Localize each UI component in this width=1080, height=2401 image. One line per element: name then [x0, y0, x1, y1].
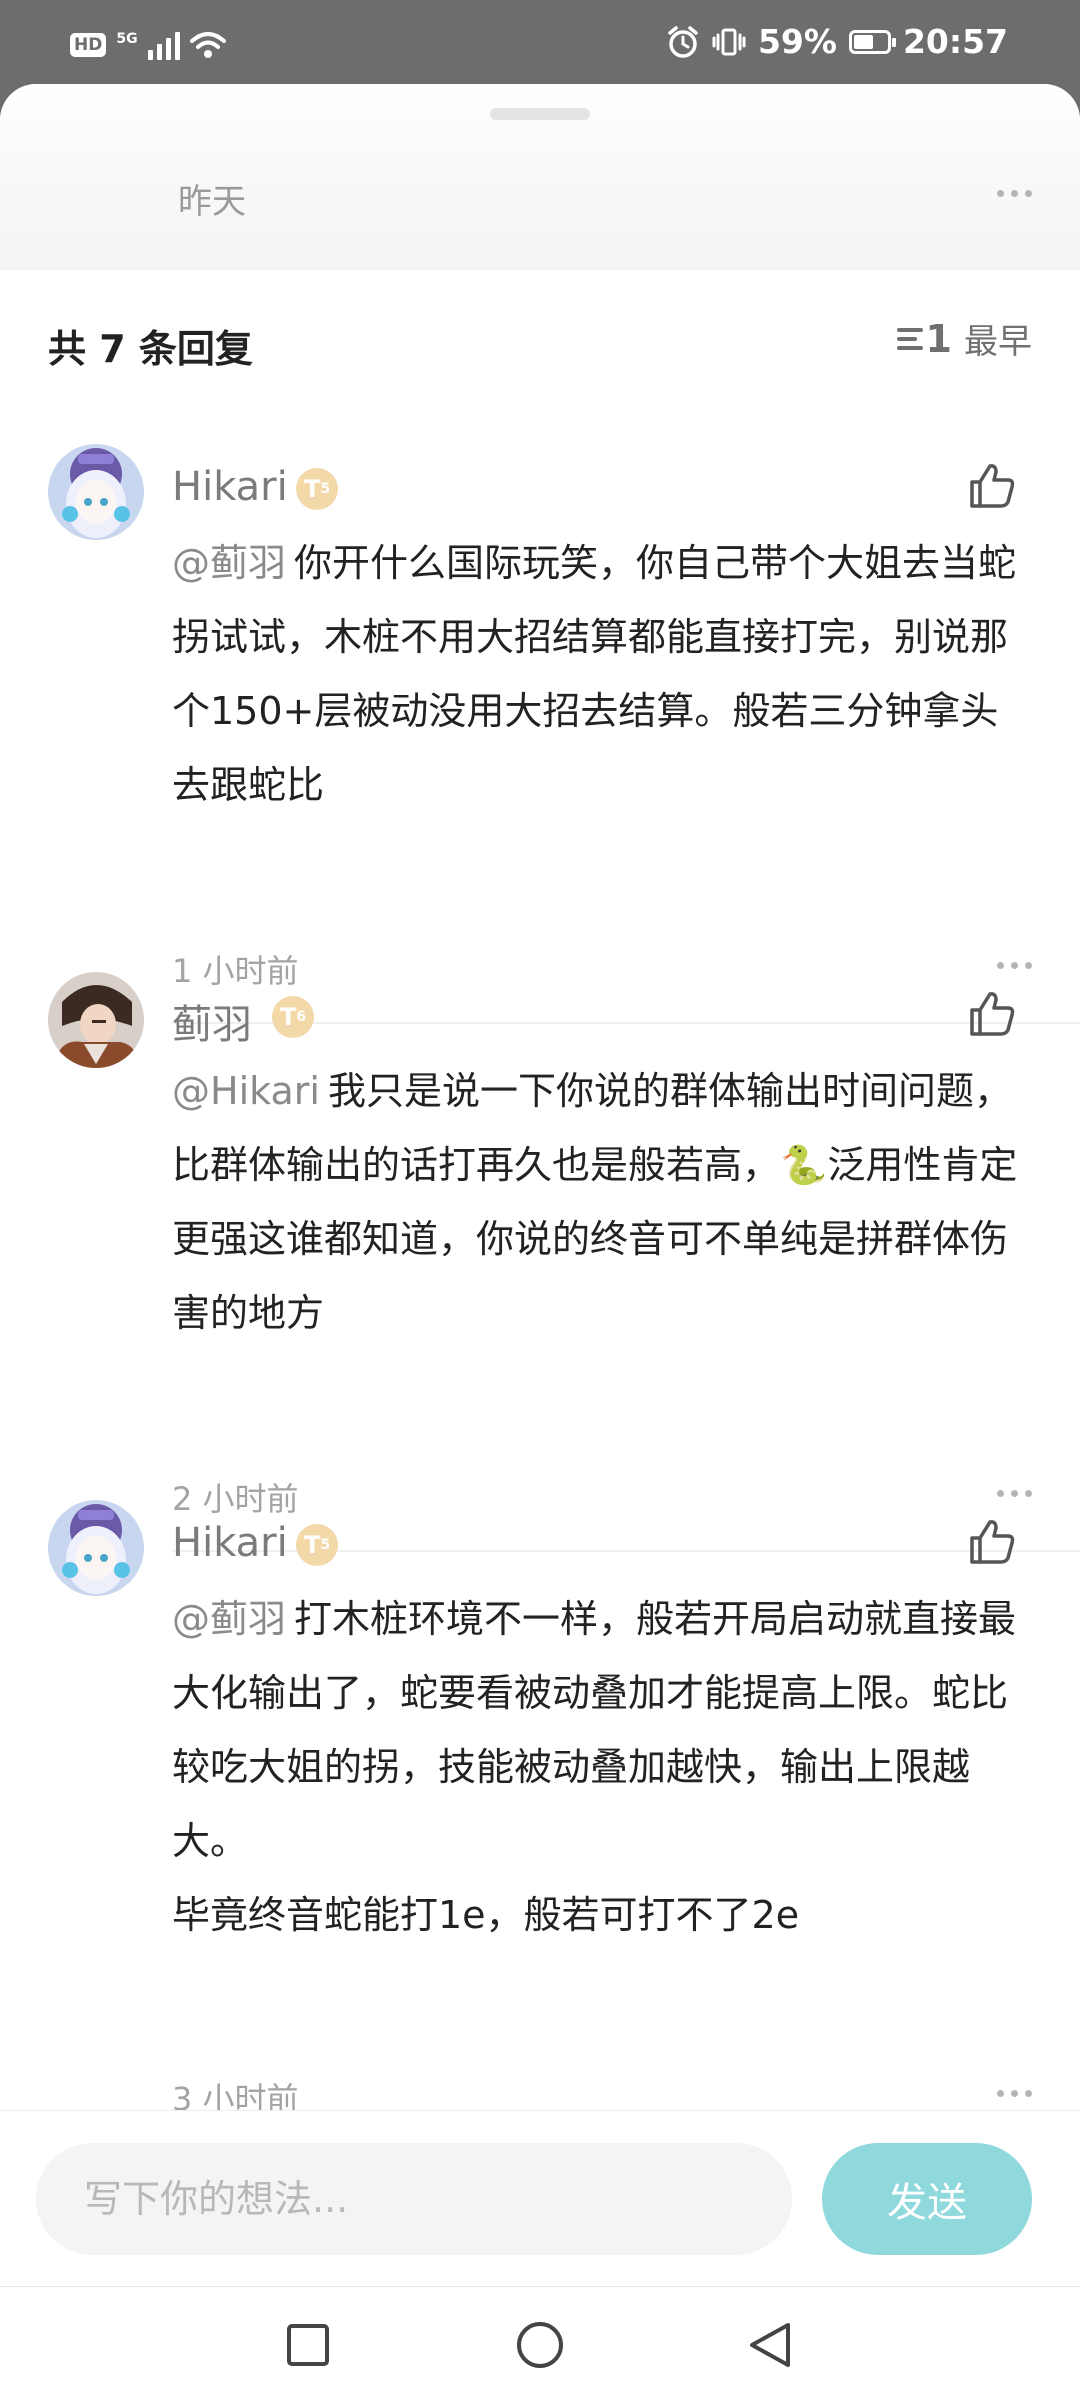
send-button[interactable]: 发送 — [822, 2143, 1032, 2255]
mention-link[interactable]: @蓟羽 — [172, 1597, 286, 1641]
clock: 20:57 — [902, 22, 1008, 61]
more-icon[interactable] — [997, 190, 1032, 197]
parent-comment-footer: 昨天 — [0, 84, 1080, 270]
sort-icon: 1 — [896, 320, 952, 358]
comment-item: 蓟羽 T6 @Hikari 我只是说一下你说的群体输出时间问题，比群体输出的话打再… — [0, 972, 1080, 1552]
comment-text: @蓟羽 打木桩环境不一样，般若开局启动就直接最大化输出了，蛇要看被动叠加才能提高上… — [172, 1597, 1017, 1937]
like-icon[interactable] — [966, 1516, 1018, 1568]
comment-item: Hikari T5 @蓟羽 你开什么国际玩笑，你自己带个大姐去当蛇拐试试，木桩不用… — [0, 444, 1080, 1024]
like-icon[interactable] — [966, 988, 1018, 1040]
sort-label: 最早 — [964, 322, 1032, 362]
comment-text: @蓟羽 你开什么国际玩笑，你自己带个大姐去当蛇拐试试，木桩不用大招结算都能直接打完… — [172, 541, 1017, 807]
battery-icon — [848, 29, 896, 54]
commenter-name[interactable]: Hikari — [172, 1520, 288, 1566]
vibrate-icon — [712, 28, 746, 55]
comment-text: @Hikari 我只是说一下你说的群体输出时间问题，比群体输出的话打再久也是般若高… — [172, 1069, 1018, 1335]
comment-item: Hikari T5 @蓟羽 打木桩环境不一样，般若开局启动就直接最大化输出了，蛇要… — [0, 1500, 1080, 2120]
wifi-icon — [189, 32, 226, 58]
snake-emoji: 🐍 — [780, 1143, 828, 1187]
status-bar: HD 5G 59% 20:57 — [0, 0, 1080, 90]
alarm-icon — [668, 25, 698, 58]
drag-handle[interactable] — [490, 108, 590, 120]
avatar[interactable] — [48, 1500, 144, 1596]
signal-icon — [147, 30, 180, 60]
level-badge: T5 — [296, 468, 338, 510]
more-icon[interactable] — [997, 1490, 1032, 1497]
replies-count-title: 共 7 条回复 — [48, 327, 253, 371]
back-icon[interactable] — [744, 2319, 796, 2371]
system-navigation-bar — [0, 2286, 1080, 2401]
network-type: 5G — [116, 31, 138, 47]
commenter-name[interactable]: 蓟羽 — [172, 992, 252, 1050]
avatar[interactable] — [48, 444, 144, 540]
commenter-name[interactable]: Hikari — [172, 464, 288, 510]
comment-input[interactable] — [36, 2143, 792, 2255]
parent-comment-time: 昨天 — [178, 182, 246, 222]
replies-sheet: 昨天 共 7 条回复 1 最早 Hikari T5 @蓟羽 你开什么国际玩笑，你… — [0, 84, 1080, 2400]
comment-composer: 发送 — [0, 2110, 1080, 2287]
hd-badge: HD — [70, 33, 107, 57]
mention-link[interactable]: @Hikari — [172, 1069, 320, 1113]
sort-button[interactable]: 1 最早 — [896, 314, 1032, 363]
home-icon[interactable] — [514, 2319, 566, 2371]
recent-apps-icon[interactable] — [282, 2319, 334, 2371]
level-badge: T5 — [296, 1524, 338, 1566]
more-icon[interactable] — [997, 2090, 1032, 2097]
mention-link[interactable]: @蓟羽 — [172, 541, 286, 585]
level-badge: T6 — [272, 996, 314, 1038]
like-icon[interactable] — [966, 460, 1018, 512]
battery-percent: 59% — [757, 22, 837, 61]
more-icon[interactable] — [997, 962, 1032, 969]
avatar[interactable] — [48, 972, 144, 1068]
